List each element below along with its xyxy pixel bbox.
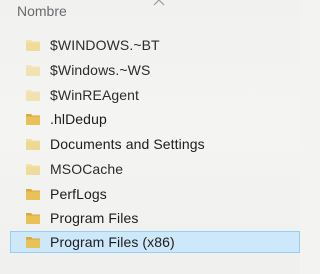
chevron-up-icon[interactable] [153, 0, 165, 6]
folder-icon [26, 213, 40, 224]
folder-icon [26, 65, 40, 76]
item-name: MSOCache [50, 161, 124, 177]
list-item[interactable]: $WinREAgent [12, 84, 300, 106]
list-item-selected[interactable]: Program Files (x86) [10, 231, 300, 253]
list-item[interactable]: .hlDedup [12, 108, 300, 130]
list-item[interactable]: $WINDOWS.~BT [12, 34, 300, 56]
folder-icon [26, 90, 40, 101]
list-item[interactable]: PerfLogs [12, 183, 300, 205]
item-name: PerfLogs [50, 186, 107, 202]
folder-icon [26, 114, 40, 125]
column-header-name[interactable]: Nombre [0, 0, 300, 24]
item-name: $WINDOWS.~BT [50, 37, 160, 53]
item-name: Program Files [50, 210, 139, 226]
folder-shortcut-icon [26, 139, 40, 150]
column-header-label: Nombre [17, 3, 67, 19]
folder-icon [26, 189, 40, 200]
item-name: Documents and Settings [50, 136, 205, 152]
item-name: .hlDedup [50, 111, 107, 127]
list-item[interactable]: Program Files [12, 207, 300, 229]
item-name: $Windows.~WS [50, 62, 151, 78]
folder-icon [26, 237, 40, 248]
folder-icon [26, 164, 40, 175]
list-item[interactable]: Documents and Settings [12, 133, 300, 155]
item-name: $WinREAgent [50, 87, 140, 103]
list-item[interactable]: $Windows.~WS [12, 59, 300, 81]
folder-icon [26, 40, 40, 51]
item-name: Program Files (x86) [50, 234, 175, 250]
file-explorer-pane: Nombre $WINDOWS.~BT $Windows.~WS $WinREA… [0, 0, 300, 274]
list-item[interactable]: MSOCache [12, 158, 300, 180]
